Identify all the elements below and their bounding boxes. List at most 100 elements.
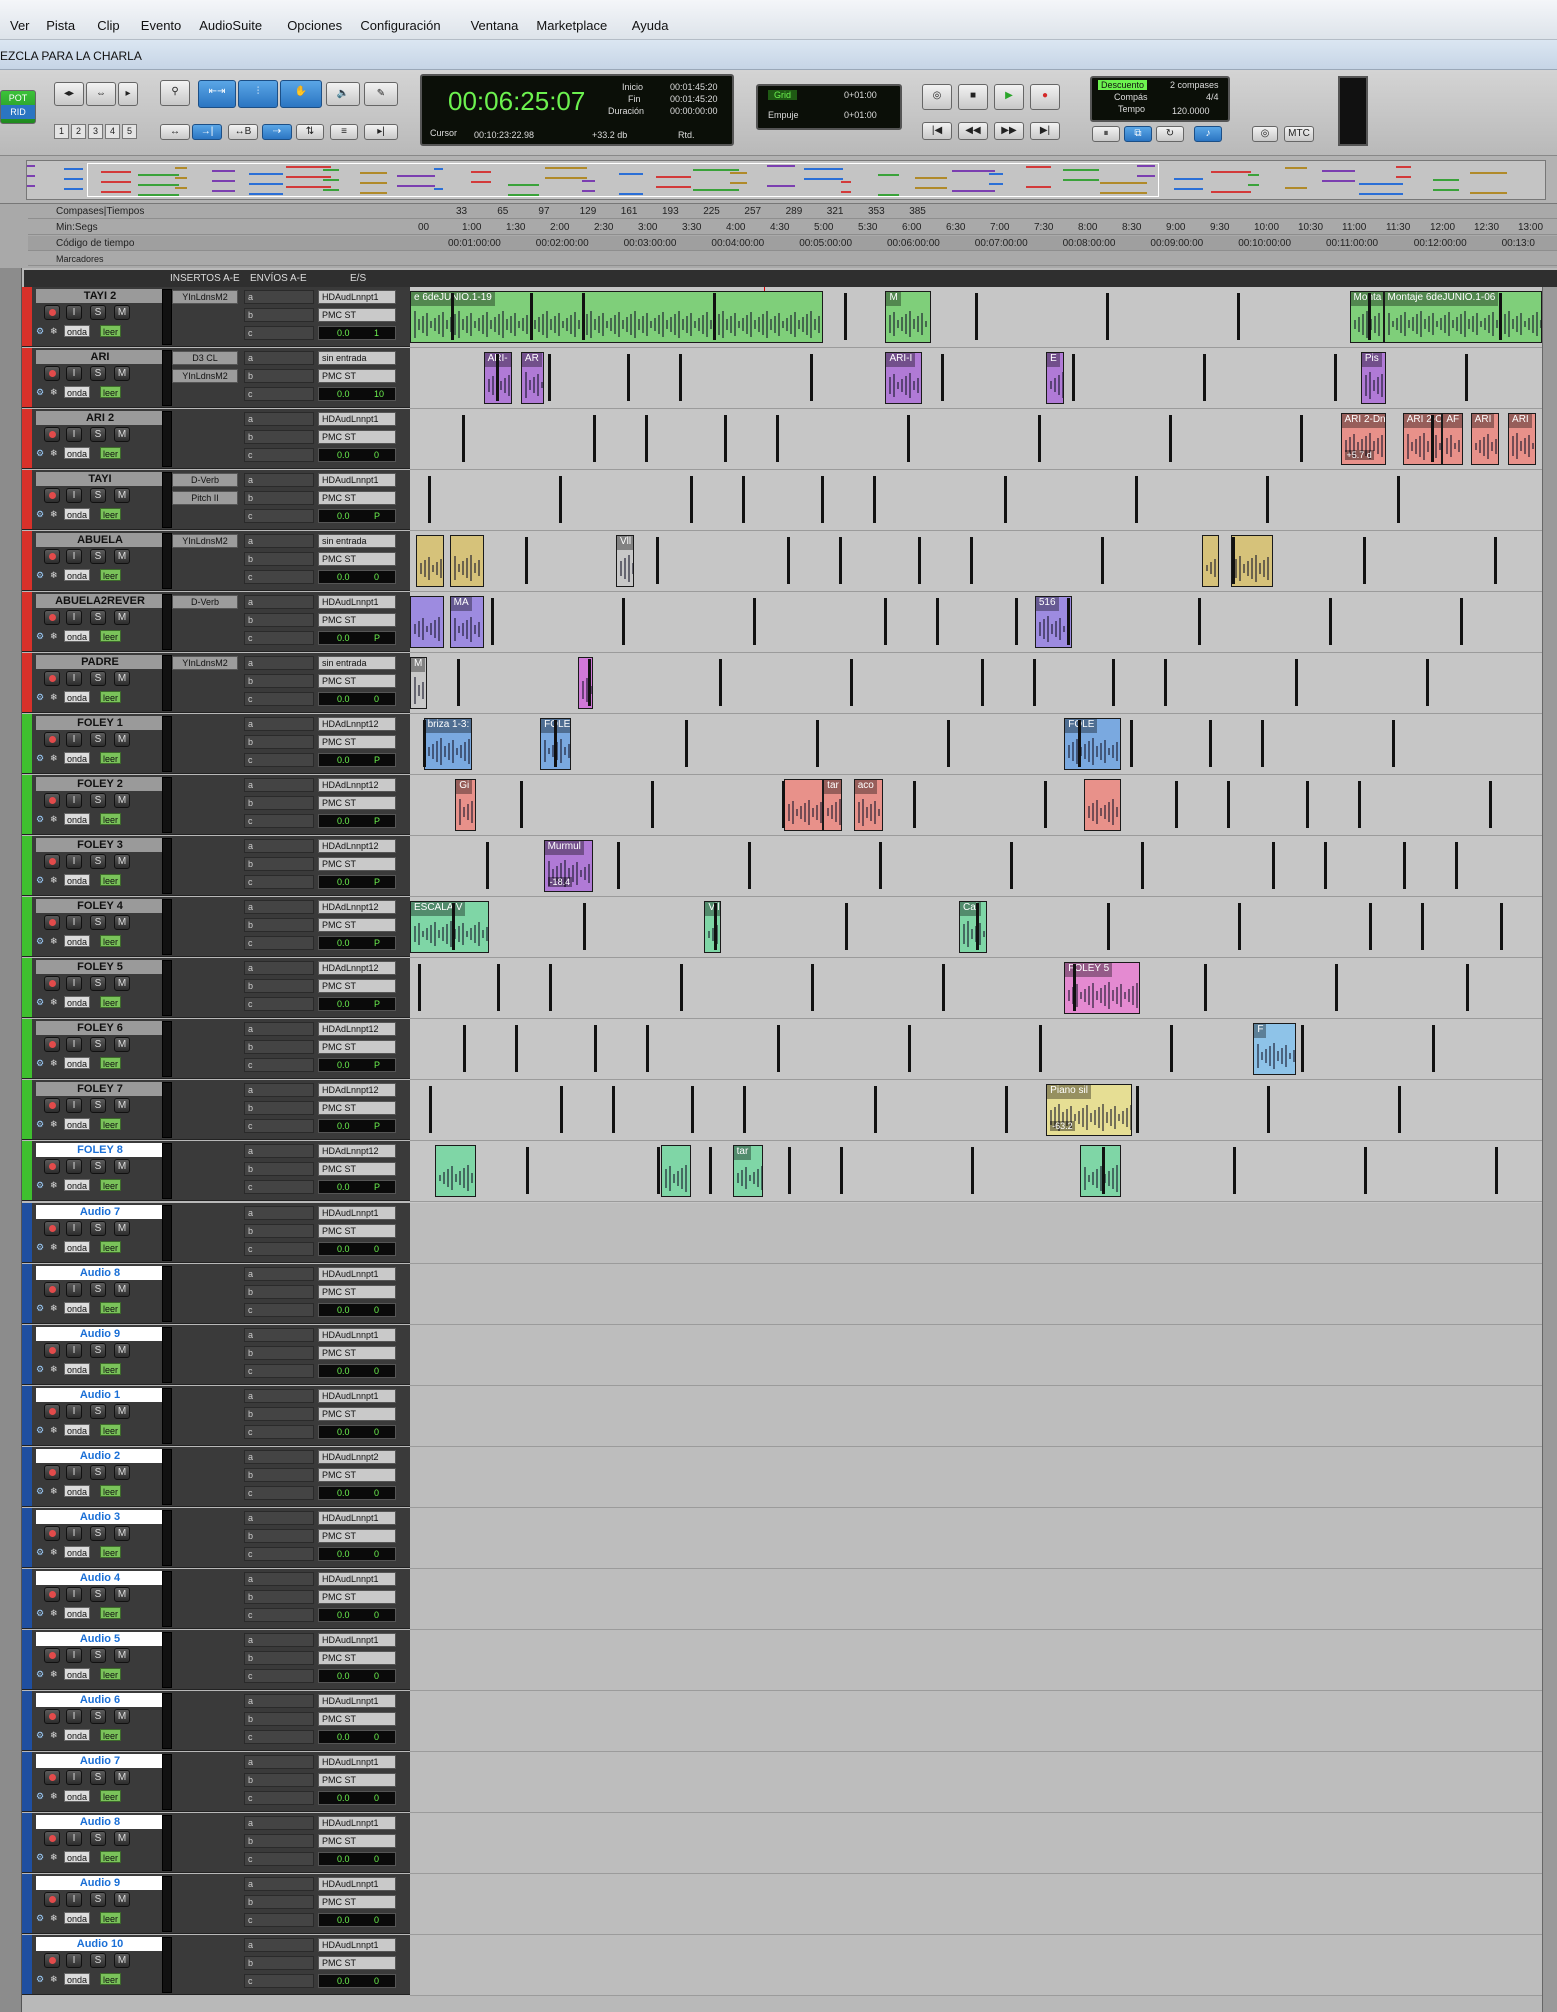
- short-clip[interactable]: [839, 537, 842, 584]
- output-selector[interactable]: PMC ST: [318, 491, 396, 505]
- empty-tracks-timeline[interactable]: [410, 1203, 1542, 1996]
- short-clip[interactable]: [845, 903, 848, 950]
- automation-mode[interactable]: leer: [100, 1790, 122, 1802]
- solo-button[interactable]: S: [90, 610, 106, 625]
- audio-clip[interactable]: [449, 535, 484, 587]
- view-selector[interactable]: onda: [64, 813, 91, 825]
- send-slot[interactable]: c: [244, 936, 314, 950]
- audio-clip[interactable]: F: [1253, 1023, 1297, 1075]
- mute-button[interactable]: M: [114, 1343, 130, 1358]
- short-clip[interactable]: [691, 1086, 694, 1133]
- menu-pista[interactable]: Pista: [46, 18, 75, 33]
- end-button[interactable]: ▶|: [1030, 122, 1060, 140]
- short-clip[interactable]: [709, 1147, 712, 1194]
- input-monitor-button[interactable]: I: [66, 732, 82, 747]
- track-name[interactable]: Audio 6: [36, 1693, 164, 1707]
- short-clip[interactable]: [1267, 1086, 1270, 1133]
- playlist-icon[interactable]: ⚙: [36, 691, 44, 703]
- short-clip[interactable]: [942, 964, 945, 1011]
- mute-button[interactable]: M: [114, 671, 130, 686]
- audio-clip[interactable]: [783, 779, 824, 831]
- send-slot[interactable]: c: [244, 753, 314, 767]
- send-slot[interactable]: b: [244, 1224, 314, 1238]
- short-clip[interactable]: [1421, 903, 1424, 950]
- short-clip[interactable]: [1039, 1025, 1042, 1072]
- send-slot[interactable]: a: [244, 1633, 314, 1647]
- short-clip[interactable]: [724, 415, 727, 462]
- short-clip[interactable]: [651, 781, 654, 828]
- view-selector[interactable]: onda: [64, 447, 91, 459]
- output-selector[interactable]: PMC ST: [318, 979, 396, 993]
- playlist-icon[interactable]: ⚙: [36, 752, 44, 764]
- input-selector[interactable]: HDAdLnnpt12: [318, 778, 396, 792]
- short-clip[interactable]: [844, 293, 847, 340]
- automation-icon[interactable]: ❄: [50, 1851, 58, 1863]
- short-clip[interactable]: [753, 598, 756, 645]
- short-clip[interactable]: [594, 1025, 597, 1072]
- audio-clip[interactable]: Cal: [959, 901, 988, 953]
- track-name[interactable]: ARI 2: [36, 411, 164, 425]
- output-selector[interactable]: PMC ST: [318, 1712, 396, 1726]
- pan-readout[interactable]: 0: [374, 1243, 379, 1255]
- view-selector[interactable]: onda: [64, 1851, 91, 1863]
- short-clip[interactable]: [873, 476, 876, 523]
- automation-icon[interactable]: ❄: [50, 1607, 58, 1619]
- short-clip[interactable]: [907, 415, 910, 462]
- track-name[interactable]: FOLEY 7: [36, 1082, 164, 1096]
- main-counter[interactable]: 00:06:25:07: [448, 86, 585, 117]
- insert-slot[interactable]: D-Verb: [172, 473, 238, 487]
- record-arm-button[interactable]: [44, 1343, 60, 1358]
- input-selector[interactable]: HDAudLnnpt1: [318, 1511, 396, 1525]
- short-clip[interactable]: [1489, 781, 1492, 828]
- track-name[interactable]: Audio 8: [36, 1266, 164, 1280]
- slip-mode-button[interactable]: ▸: [118, 82, 138, 106]
- record-arm-button[interactable]: [44, 610, 60, 625]
- playlist-icon[interactable]: ⚙: [36, 1302, 44, 1314]
- send-slot[interactable]: b: [244, 1468, 314, 1482]
- online-button[interactable]: ◎: [922, 84, 952, 110]
- input-selector[interactable]: HDAudLnnpt1: [318, 1572, 396, 1586]
- short-clip[interactable]: [1141, 842, 1144, 889]
- short-clip[interactable]: [582, 293, 585, 340]
- send-slot[interactable]: c: [244, 1608, 314, 1622]
- short-clip[interactable]: [1102, 1147, 1105, 1194]
- audio-clip[interactable]: Vll: [616, 535, 635, 587]
- input-monitor-button[interactable]: I: [66, 915, 82, 930]
- solo-button[interactable]: S: [90, 1526, 106, 1541]
- pan-readout[interactable]: 0: [374, 449, 379, 461]
- send-slot[interactable]: a: [244, 1877, 314, 1891]
- short-clip[interactable]: [679, 354, 682, 401]
- automation-icon[interactable]: ❄: [50, 1790, 58, 1802]
- send-slot[interactable]: b: [244, 1285, 314, 1299]
- short-clip[interactable]: [1358, 781, 1361, 828]
- output-selector[interactable]: PMC ST: [318, 857, 396, 871]
- input-selector[interactable]: HDAudLnnpt1: [318, 595, 396, 609]
- short-clip[interactable]: [1261, 720, 1264, 767]
- trim-tool-icon[interactable]: ⇤⇥: [198, 80, 236, 108]
- short-clip[interactable]: [1500, 903, 1503, 950]
- pan-readout[interactable]: P: [374, 632, 380, 644]
- short-clip[interactable]: [1073, 964, 1076, 1011]
- short-clip[interactable]: [520, 781, 523, 828]
- audio-clip[interactable]: aco: [853, 779, 884, 831]
- short-clip[interactable]: [1005, 1086, 1008, 1133]
- short-clip[interactable]: [908, 1025, 911, 1072]
- input-selector[interactable]: HDAdLnnpt12: [318, 900, 396, 914]
- mute-button[interactable]: M: [114, 549, 130, 564]
- send-slot[interactable]: c: [244, 1425, 314, 1439]
- track-name[interactable]: FOLEY 6: [36, 1021, 164, 1035]
- view-selector[interactable]: onda: [64, 1057, 91, 1069]
- short-clip[interactable]: [884, 598, 887, 645]
- audio-clip[interactable]: M: [885, 291, 931, 343]
- short-clip[interactable]: [821, 476, 824, 523]
- menu-marketplace[interactable]: Marketplace: [536, 18, 607, 33]
- playlist-icon[interactable]: ⚙: [36, 1179, 44, 1191]
- input-monitor-button[interactable]: I: [66, 1648, 82, 1663]
- short-clip[interactable]: [593, 415, 596, 462]
- short-clip[interactable]: [713, 293, 716, 340]
- solo-button[interactable]: S: [90, 793, 106, 808]
- playlist-icon[interactable]: ⚙: [36, 1485, 44, 1497]
- send-slot[interactable]: a: [244, 961, 314, 975]
- mute-button[interactable]: M: [114, 1892, 130, 1907]
- short-clip[interactable]: [1169, 415, 1172, 462]
